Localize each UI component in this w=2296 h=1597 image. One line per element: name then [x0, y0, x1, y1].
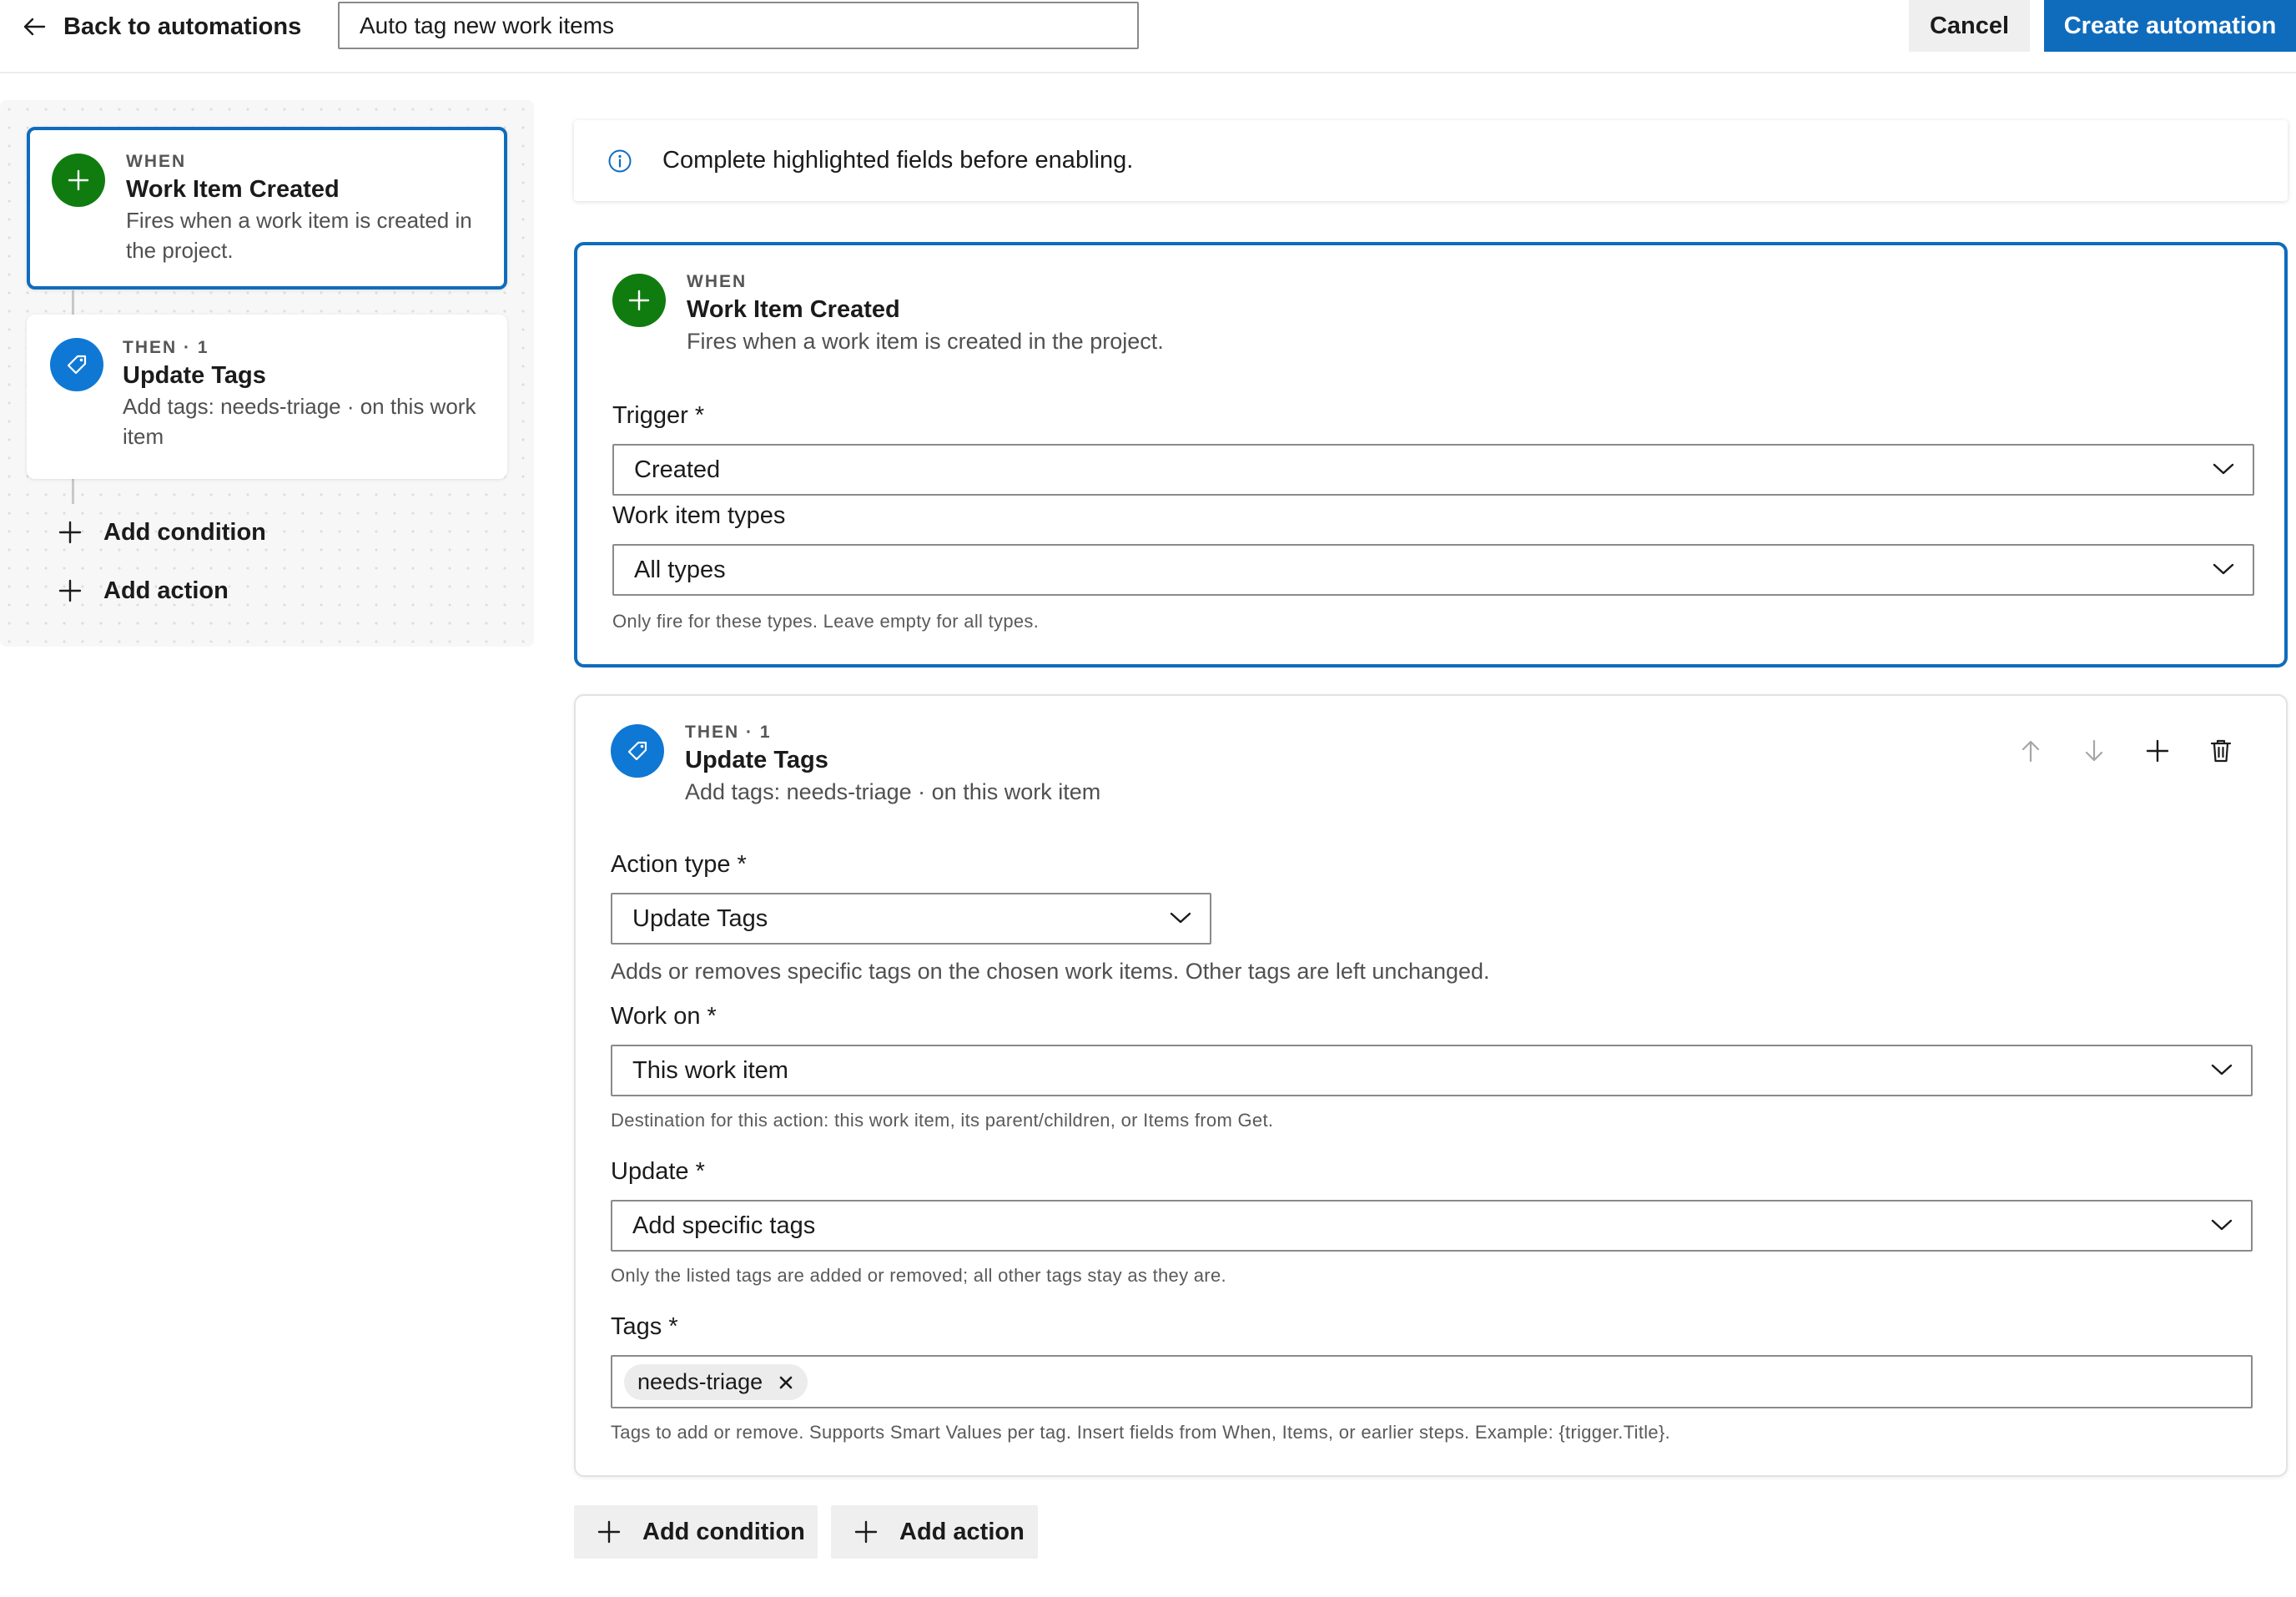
trigger-select-value: Created: [634, 456, 721, 483]
tags-input[interactable]: needs-triage: [611, 1355, 2253, 1408]
flow-connector: [72, 479, 74, 504]
add-action-button[interactable]: Add action: [831, 1505, 1038, 1559]
chevron-down-icon: [2213, 562, 2234, 576]
move-up-button[interactable]: [2014, 734, 2047, 768]
plus-icon: [612, 274, 666, 327]
chevron-down-icon: [2211, 1218, 2233, 1232]
outline-when-eyebrow: WHEN: [126, 152, 187, 171]
back-to-automations-link[interactable]: Back to automations: [22, 7, 301, 47]
cancel-button[interactable]: Cancel: [1909, 0, 2030, 52]
work-item-types-hint: Only fire for these types. Leave empty f…: [612, 611, 1040, 632]
trigger-select[interactable]: Created: [612, 444, 2254, 496]
arrow-left-icon: [22, 14, 47, 39]
flow-connector: [72, 290, 74, 315]
work-on-select[interactable]: This work item: [611, 1045, 2253, 1096]
trash-icon: [2209, 738, 2233, 763]
tag-icon: [50, 338, 103, 391]
outline-when-card[interactable]: WHEN Work Item Created Fires when a work…: [27, 127, 507, 290]
work-item-types-label: Work item types: [612, 502, 786, 529]
when-trigger-panel: WHEN Work Item Created Fires when a work…: [574, 242, 2288, 668]
remove-tag-button[interactable]: [776, 1373, 796, 1393]
when-eyebrow: WHEN: [687, 272, 748, 291]
outline-add-action-label: Add action: [103, 577, 229, 604]
add-condition-label: Add condition: [642, 1518, 805, 1545]
update-hint: Only the listed tags are added or remove…: [611, 1265, 1226, 1286]
outline-add-condition-label: Add condition: [103, 518, 266, 546]
tags-hint: Tags to add or remove. Supports Smart Va…: [611, 1422, 1671, 1443]
outline-then-title: Update Tags: [123, 362, 266, 389]
update-value: Add specific tags: [632, 1212, 816, 1239]
add-action-label: Add action: [899, 1518, 1025, 1545]
flow-outline-pane: WHEN Work Item Created Fires when a work…: [0, 100, 534, 647]
plus-icon: [58, 579, 82, 602]
action-type-value: Update Tags: [632, 904, 768, 932]
update-label: Update *: [611, 1158, 705, 1185]
update-select[interactable]: Add specific tags: [611, 1200, 2253, 1252]
arrow-down-icon: [2084, 739, 2104, 763]
outline-then-description: Add tags: needs-triage · on this work it…: [123, 394, 476, 449]
tags-label: Tags *: [611, 1313, 678, 1340]
add-step-button[interactable]: [2141, 734, 2174, 768]
back-to-automations-label: Back to automations: [63, 13, 302, 40]
work-item-types-value: All types: [634, 556, 726, 583]
add-condition-button[interactable]: Add condition: [574, 1505, 818, 1559]
action-type-label: Action type *: [611, 851, 747, 878]
automation-name-input[interactable]: [338, 2, 1139, 49]
when-description: Fires when a work item is created in the…: [687, 329, 1164, 354]
outline-then-eyebrow: THEN · 1: [123, 338, 209, 357]
plus-icon: [58, 521, 82, 544]
action-type-description: Adds or removes specific tags on the cho…: [611, 959, 1490, 984]
delete-step-button[interactable]: [2204, 734, 2238, 768]
plus-icon: [597, 1520, 621, 1544]
tag-chip: needs-triage: [624, 1364, 808, 1400]
chevron-down-icon: [1170, 911, 1191, 924]
work-on-value: This work item: [632, 1056, 788, 1084]
info-banner: Complete highlighted fields before enabl…: [574, 120, 2288, 201]
then-eyebrow: THEN · 1: [685, 723, 772, 742]
plus-icon: [854, 1520, 878, 1544]
chevron-down-icon: [2211, 1063, 2233, 1076]
trigger-label: Trigger *: [612, 402, 705, 429]
then-title: Update Tags: [685, 747, 828, 773]
create-automation-button[interactable]: Create automation: [2044, 0, 2296, 52]
then-action-panel: THEN · 1 Update Tags Add tags: needs-tri…: [574, 694, 2288, 1477]
top-bar: Back to automations Cancel Create automa…: [0, 0, 2296, 73]
chevron-down-icon: [2213, 462, 2234, 476]
work-item-types-select[interactable]: All types: [612, 544, 2254, 596]
info-banner-text: Complete highlighted fields before enabl…: [662, 147, 1134, 174]
outline-add-action-link[interactable]: Add action: [58, 574, 229, 607]
tag-icon: [611, 724, 664, 778]
outline-when-title: Work Item Created: [126, 176, 340, 203]
action-type-select[interactable]: Update Tags: [611, 893, 1211, 945]
then-description: Add tags: needs-triage · on this work it…: [685, 779, 1101, 804]
outline-add-condition-link[interactable]: Add condition: [58, 516, 266, 549]
work-on-label: Work on *: [611, 1003, 717, 1030]
when-title: Work Item Created: [687, 296, 900, 323]
move-down-button[interactable]: [2077, 734, 2111, 768]
work-on-hint: Destination for this action: this work i…: [611, 1110, 1274, 1131]
outline-then-card[interactable]: THEN · 1 Update Tags Add tags: needs-tri…: [27, 315, 507, 479]
outline-when-description: Fires when a work item is created in the…: [126, 208, 472, 263]
info-icon: [607, 149, 632, 174]
tag-chip-label: needs-triage: [637, 1369, 763, 1394]
plus-icon: [52, 154, 105, 207]
close-icon: [779, 1376, 793, 1388]
plus-icon: [2146, 739, 2169, 763]
arrow-up-icon: [2021, 739, 2041, 763]
